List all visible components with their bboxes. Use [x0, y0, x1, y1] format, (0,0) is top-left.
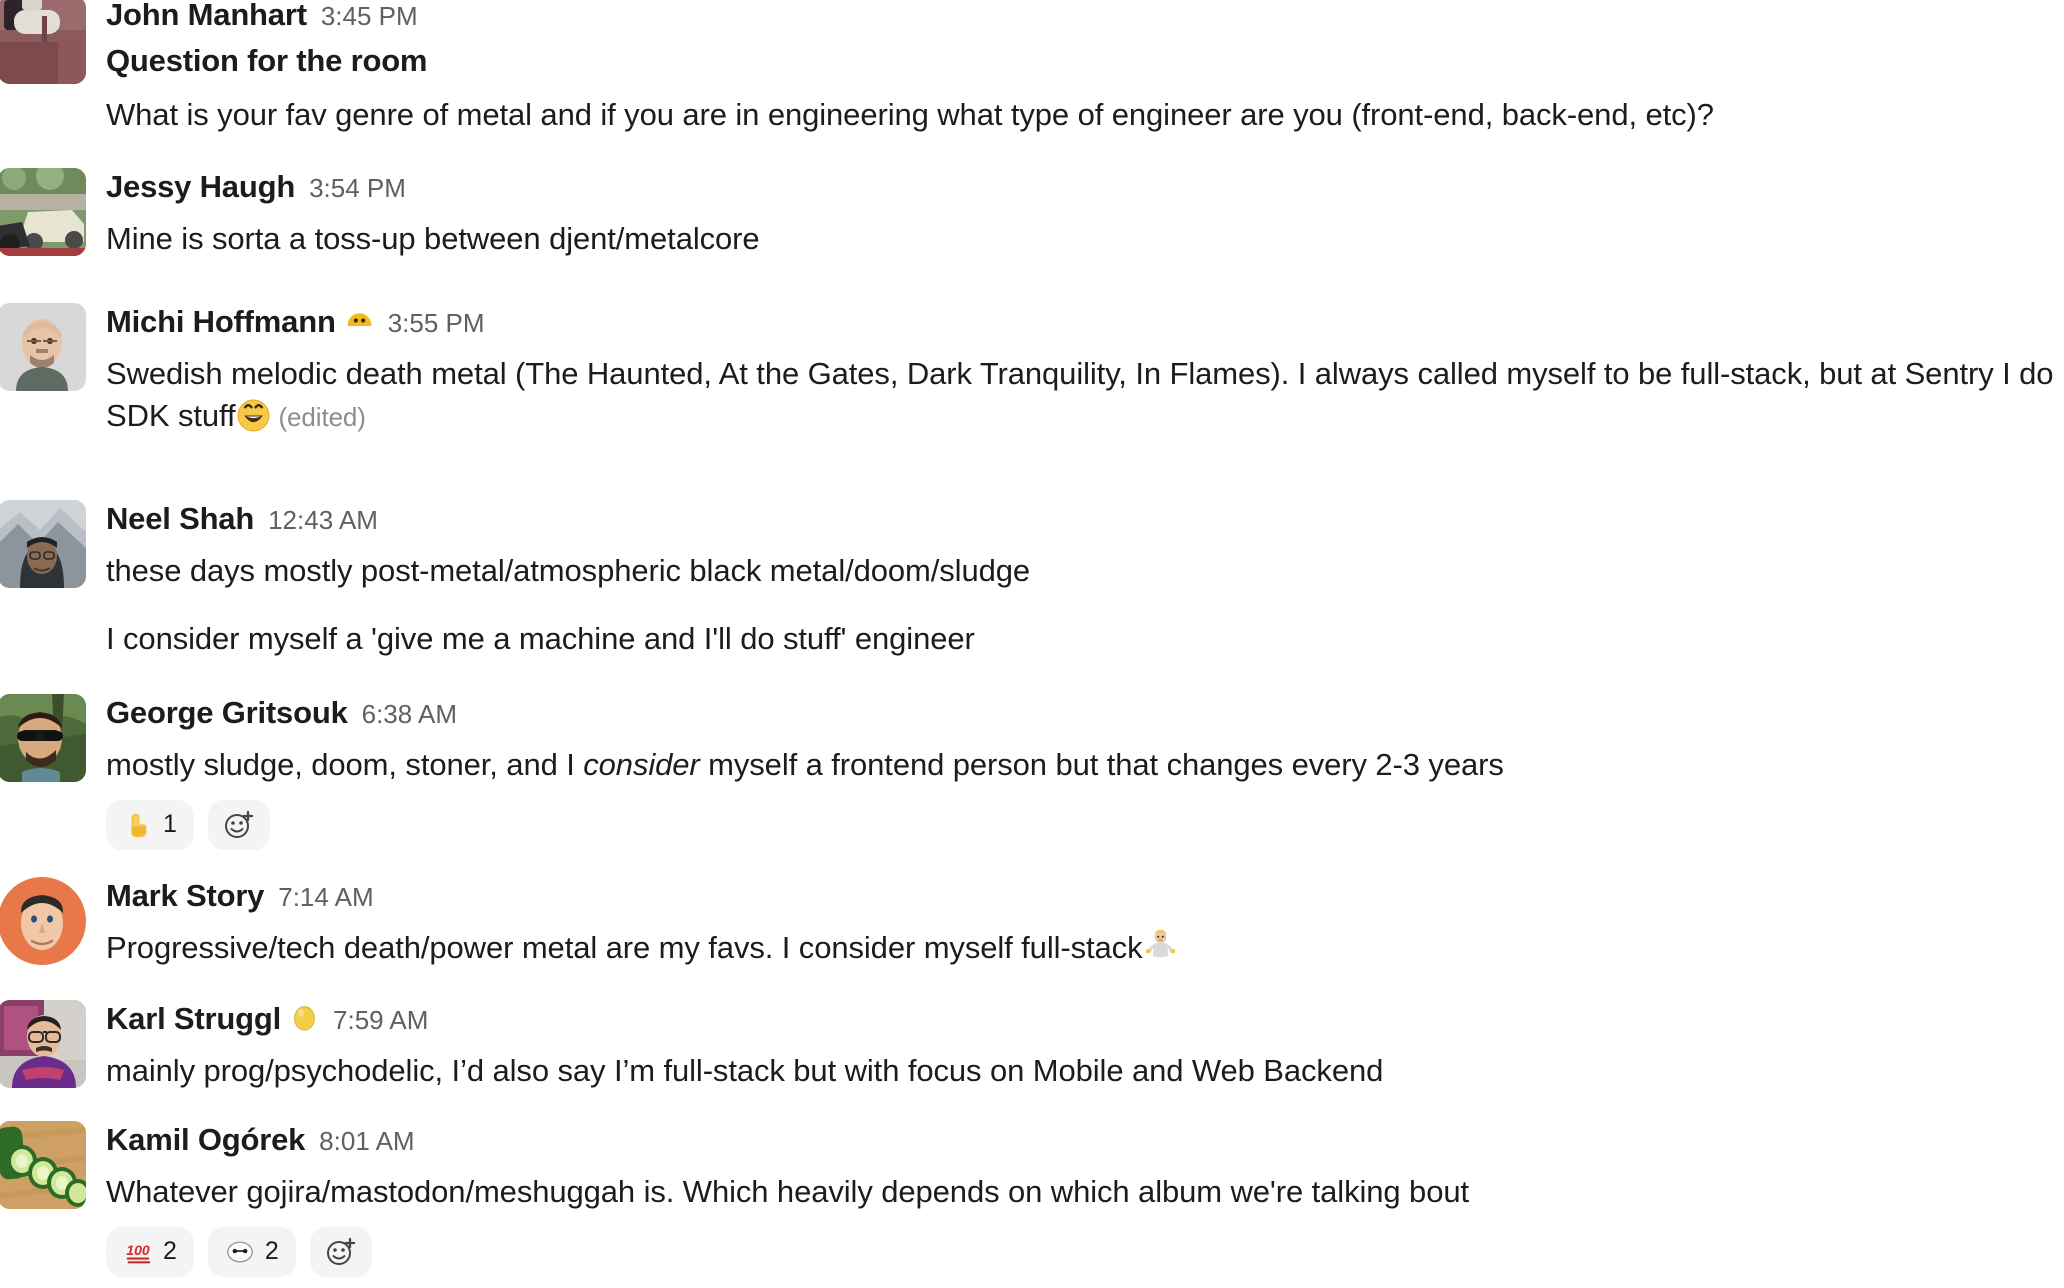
- message-text: Progressive/tech death/power metal are m…: [106, 929, 1143, 965]
- avatar-gutter: [0, 1000, 86, 1088]
- message-timestamp[interactable]: 6:38 AM: [362, 699, 457, 731]
- avatar[interactable]: [0, 303, 86, 391]
- message-paragraph: Swedish melodic death metal (The Haunted…: [106, 353, 2064, 437]
- message-body: mainly prog/psychodelic, I’d also say I’…: [106, 1050, 2064, 1092]
- message-paragraph: mainly prog/psychodelic, I’d also say I’…: [106, 1052, 1384, 1088]
- message-body: these days mostly post-metal/atmospheric…: [106, 550, 2064, 660]
- message-body: Question for the room What is your fav g…: [106, 40, 2064, 136]
- grinning-face-icon: [237, 399, 270, 432]
- message-timestamp[interactable]: 3:45 PM: [321, 1, 418, 33]
- reaction-baymax-face[interactable]: 2: [207, 1226, 296, 1277]
- author-name[interactable]: Jessy Haugh: [106, 168, 295, 206]
- author-name[interactable]: Michi Hoffmann: [106, 303, 336, 341]
- avatar-gutter: [0, 303, 86, 391]
- message-body: mostly sludge, doom, stoner, and I consi…: [106, 744, 2064, 786]
- message-header: Michi Hoffmann 3:55 PM: [106, 303, 2064, 341]
- avatar[interactable]: [0, 1000, 86, 1088]
- message-header: Neel Shah 12:43 AM: [106, 500, 2064, 538]
- author-name[interactable]: Karl Struggl: [106, 1000, 281, 1038]
- message-body: Whatever gojira/mastodon/meshuggah is. W…: [106, 1171, 2064, 1213]
- message-jessy-haugh: Jessy Haugh 3:54 PM Mine is sorta a toss…: [0, 168, 2064, 260]
- message-text-part: mostly sludge, doom, stoner, and I: [106, 746, 584, 782]
- message-body: Mine is sorta a toss-up between djent/me…: [106, 218, 2064, 260]
- add-reaction-button[interactable]: [309, 1226, 372, 1277]
- smiley-status-icon[interactable]: [345, 306, 374, 335]
- reaction-bar: 100 2 2: [106, 1226, 2064, 1277]
- avatar-gutter: [0, 500, 86, 588]
- message-header: Jessy Haugh 3:54 PM: [106, 168, 2064, 206]
- reaction-index-pointing-up[interactable]: 1: [106, 799, 194, 850]
- message-text: Swedish melodic death metal (The Haunted…: [106, 355, 2054, 433]
- message-paragraph: I consider myself a 'give me a machine a…: [106, 620, 975, 656]
- avatar-gutter: [0, 877, 86, 965]
- man-shrugging-icon: [1144, 928, 1182, 966]
- message-paragraph: Whatever gojira/mastodon/meshuggah is. W…: [106, 1173, 1469, 1209]
- message-header: Karl Struggl 7:59 AM: [106, 1000, 2064, 1038]
- avatar-gutter: [0, 168, 86, 256]
- edited-label: (edited): [278, 401, 366, 432]
- message-george-gritsouk: George Gritsouk 6:38 AM mostly sludge, d…: [0, 694, 2064, 850]
- message-timestamp[interactable]: 7:14 AM: [278, 882, 373, 914]
- message-header: Mark Story 7:14 AM: [106, 877, 2064, 915]
- message-paragraph: mostly sludge, doom, stoner, and I consi…: [106, 744, 2064, 786]
- baymax-face-icon: [225, 1237, 255, 1267]
- message-paragraph: these days mostly post-metal/atmospheric…: [106, 552, 1031, 588]
- avatar[interactable]: [0, 694, 86, 782]
- avatar[interactable]: [0, 877, 86, 965]
- author-name[interactable]: Mark Story: [106, 877, 264, 915]
- message-paragraph: What is your fav genre of metal and if y…: [106, 96, 1714, 132]
- reaction-count: 2: [163, 1237, 177, 1266]
- hundred-points-icon: 100: [123, 1237, 153, 1267]
- message-header: George Gritsouk 6:38 AM: [106, 694, 2064, 732]
- avatar-gutter: [0, 0, 86, 84]
- message-heading: Question for the room: [106, 42, 428, 78]
- message-timestamp[interactable]: 7:59 AM: [333, 1005, 428, 1037]
- reaction-count: 2: [264, 1237, 279, 1266]
- svg-text:100: 100: [126, 1242, 150, 1258]
- message-body: Swedish melodic death metal (The Haunted…: [106, 353, 2064, 437]
- message-header: John Manhart 3:45 PM: [106, 0, 2064, 34]
- message-text-part: myself a frontend person but that change…: [699, 746, 1504, 782]
- reaction-count: 1: [163, 810, 177, 839]
- message-kamil-ogorek: Kamil Ogórek 8:01 AM Whatever gojira/mas…: [0, 1121, 2064, 1277]
- message-timestamp[interactable]: 3:54 PM: [309, 173, 406, 205]
- avatar-gutter: [0, 1121, 86, 1209]
- message-paragraph: Mine is sorta a toss-up between djent/me…: [106, 220, 760, 256]
- message-header: Kamil Ogórek 8:01 AM: [106, 1121, 2064, 1159]
- author-name[interactable]: George Gritsouk: [106, 694, 348, 732]
- reaction-hundred-points[interactable]: 100 2: [106, 1226, 194, 1277]
- message-mark-story: Mark Story 7:14 AM Progressive/tech deat…: [0, 877, 2064, 969]
- yellow-egg-status-icon[interactable]: [290, 1003, 319, 1032]
- reaction-bar: 1: [106, 799, 2064, 850]
- message-paragraph: Progressive/tech death/power metal are m…: [106, 927, 2064, 969]
- avatar[interactable]: [0, 500, 86, 588]
- message-karl-struggl: Karl Struggl 7:59 AM mainly prog/psychod…: [0, 1000, 2064, 1092]
- avatar-gutter: [0, 694, 86, 782]
- author-name[interactable]: Kamil Ogórek: [106, 1121, 305, 1159]
- message-michi-hoffmann: Michi Hoffmann 3:55 PM Swedish melodic d…: [0, 303, 2064, 437]
- author-name[interactable]: Neel Shah: [106, 500, 254, 538]
- avatar[interactable]: [0, 168, 86, 256]
- message-body: Progressive/tech death/power metal are m…: [106, 927, 2064, 969]
- avatar[interactable]: [0, 1121, 86, 1209]
- message-timestamp[interactable]: 12:43 AM: [268, 505, 378, 537]
- author-name[interactable]: John Manhart: [106, 0, 307, 34]
- channel-message-pane: John Manhart 3:45 PM Question for the ro…: [0, 0, 2064, 1288]
- message-neel-shah: Neel Shah 12:43 AM these days mostly pos…: [0, 500, 2064, 660]
- message-john-manhart: John Manhart 3:45 PM Question for the ro…: [0, 0, 2064, 136]
- message-timestamp[interactable]: 8:01 AM: [319, 1126, 414, 1158]
- message-text-emphasis: consider: [583, 746, 700, 782]
- index-pointing-up-icon: [123, 810, 153, 840]
- avatar[interactable]: [0, 0, 86, 84]
- add-reaction-button[interactable]: [207, 799, 270, 850]
- message-timestamp[interactable]: 3:55 PM: [388, 308, 485, 340]
